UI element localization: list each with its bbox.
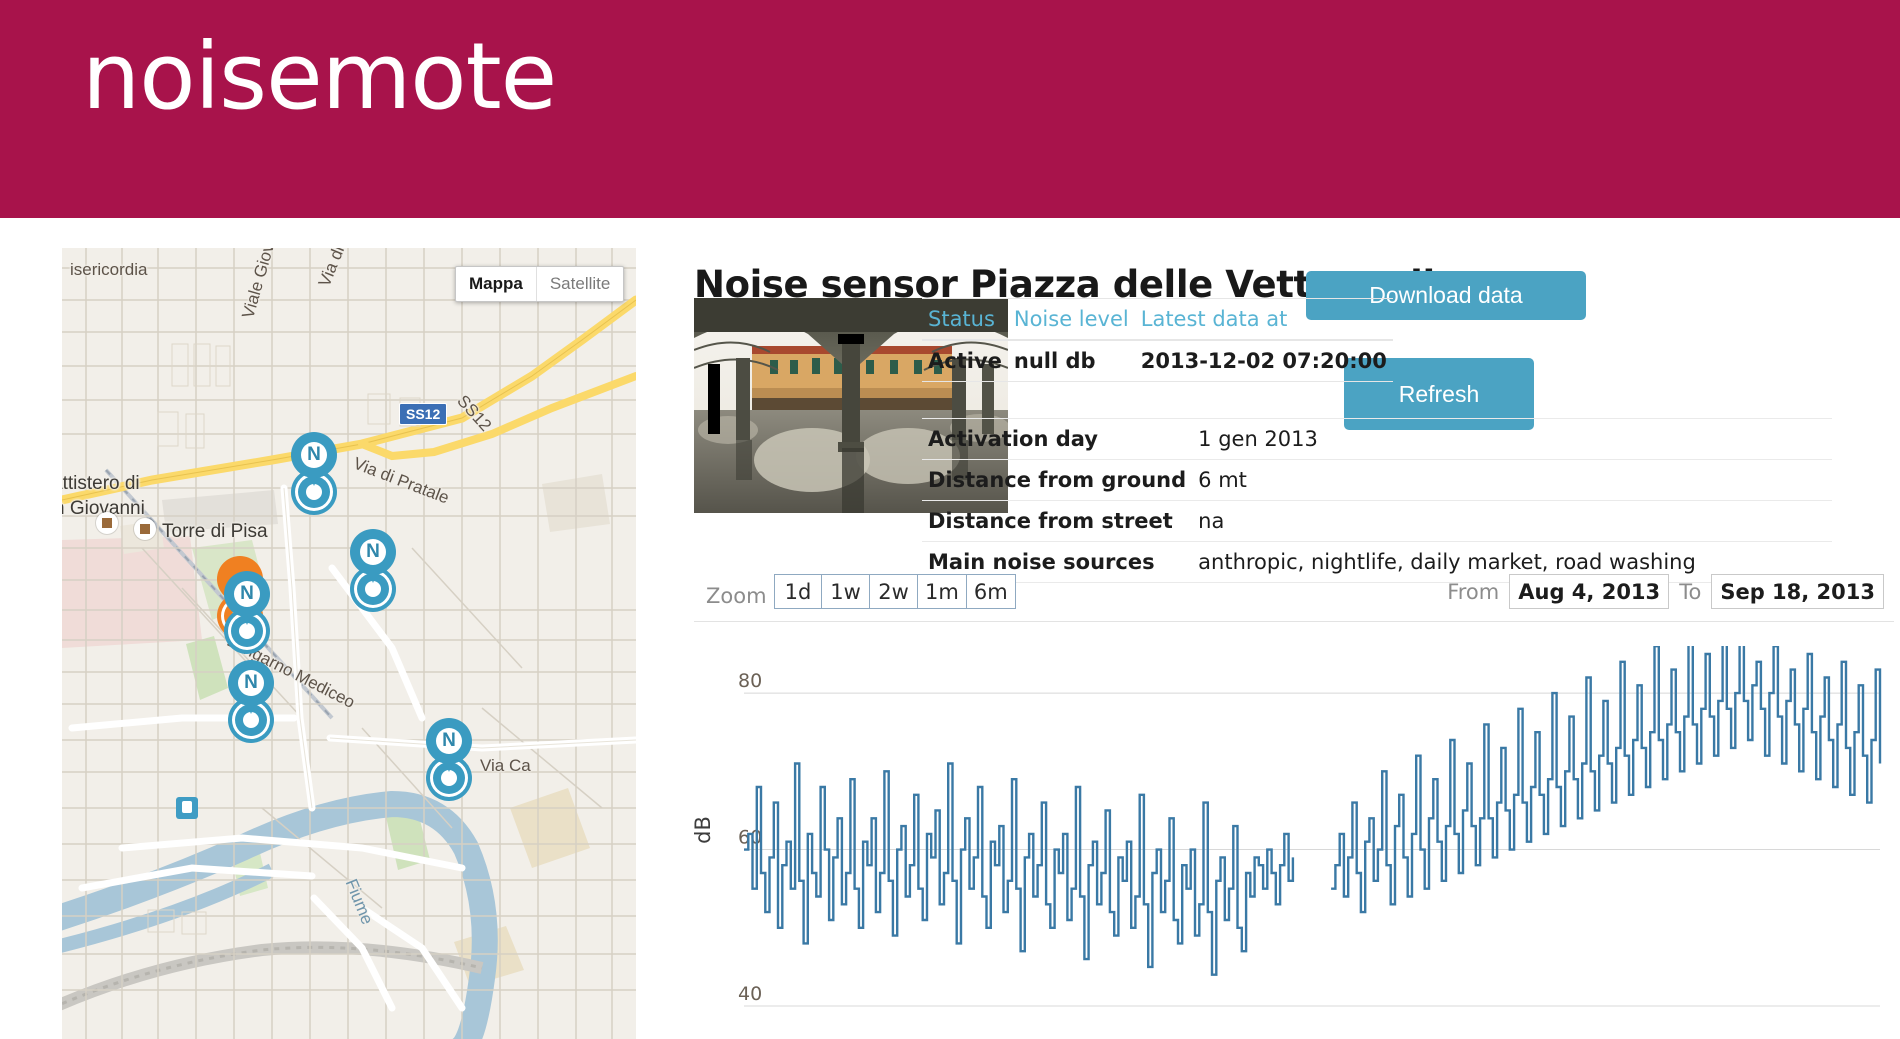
from-date-input[interactable]: Aug 4, 2013 [1509, 574, 1670, 609]
map-panel[interactable]: Mappa Satellite isericordiaViale Giovann… [62, 248, 636, 1039]
zoom-button-1m[interactable]: 1m [918, 574, 967, 609]
map-street-label: isericordia [70, 260, 148, 279]
map-canvas[interactable] [62, 248, 636, 1039]
map-street-label: attistero di [62, 473, 140, 494]
status-value: Active [922, 340, 1008, 382]
map-street-label: Via Ca [480, 756, 531, 775]
battistero-poi-icon[interactable] [96, 512, 118, 534]
detail-value: 6 mt [1192, 459, 1832, 501]
chart-ytick-label: 80 [738, 670, 762, 692]
noise-chart-svg[interactable]: 80 60 40 dB [694, 646, 1894, 1039]
map-tiles [62, 248, 636, 1039]
zoom-button-6m[interactable]: 6m [966, 574, 1016, 609]
map-type-mappa-button[interactable]: Mappa [456, 267, 536, 301]
header-banner: noisemote [0, 0, 1900, 218]
route-shield-ss12: SS12 [399, 403, 448, 425]
map-type-control[interactable]: Mappa Satellite [455, 266, 625, 302]
detail-key: Distance from ground [922, 459, 1193, 501]
noise-level-value: null db [1007, 340, 1135, 382]
noise-sensor-icon: N [436, 728, 462, 754]
detail-value: 1 gen 2013 [1192, 418, 1832, 460]
sensor-marker-4[interactable]: N [228, 660, 274, 736]
date-range-group: From Aug 4, 2013 To Sep 18, 2013 [1447, 574, 1884, 609]
chart-ytick-label: 40 [738, 983, 762, 1005]
map-street-label: Torre di Pisa [162, 521, 268, 542]
chart-yaxis-title: dB [694, 816, 715, 844]
chart-range-bar: Zoom 1d 1w 2w 1m 6m From Aug 4, 2013 To Sep … [694, 570, 1894, 622]
noise-sensor-icon: N [301, 442, 327, 468]
zoom-button-1d[interactable]: 1d [774, 574, 822, 609]
status-col-noise: Noise level [1007, 298, 1135, 341]
detail-table-row: Activation day 1 gen 2013 [922, 418, 1832, 460]
detail-value: na [1192, 500, 1832, 542]
train-station-icon[interactable] [176, 797, 198, 819]
sensor-marker-1[interactable]: N [291, 432, 337, 508]
sensor-marker-2[interactable]: N [350, 529, 396, 605]
torre-poi-icon[interactable] [134, 518, 156, 540]
noise-sensor-icon: N [360, 539, 386, 565]
to-label: To [1679, 579, 1702, 604]
status-col-status: Status [922, 298, 1008, 341]
zoom-button-1w[interactable]: 1w [822, 574, 870, 609]
noise-sensor-icon: N [238, 670, 264, 696]
detail-table-row: Distance from ground 6 mt [922, 459, 1832, 501]
from-label: From [1447, 579, 1500, 604]
status-col-latest: Latest data at [1134, 298, 1393, 341]
status-table-header-row: Status Noise level Latest data at [922, 298, 1393, 341]
zoom-button-2w[interactable]: 2w [870, 574, 918, 609]
sensor-marker-5[interactable]: N [426, 718, 472, 794]
chart-series-line [744, 646, 1882, 976]
status-table: Status Noise level Latest data at Active… [922, 298, 1393, 382]
status-table-row: Active null db 2013-12-02 07:20:00 [922, 340, 1393, 382]
chart-ytick-label: 60 [738, 827, 762, 849]
zoom-label: Zoom [706, 584, 767, 608]
content-panel: Noise sensor Piazza delle Vettovaglie Do… [694, 248, 1894, 1039]
map-type-satellite-button[interactable]: Satellite [535, 267, 623, 301]
latest-data-value: 2013-12-02 07:20:00 [1134, 340, 1393, 382]
to-date-input[interactable]: Sep 18, 2013 [1711, 574, 1884, 609]
zoom-button-group[interactable]: 1d 1w 2w 1m 6m [774, 574, 1016, 609]
detail-table-row: Distance from street na [922, 500, 1832, 542]
sensor-marker-3[interactable]: N [224, 571, 270, 647]
noise-chart[interactable]: 80 60 40 dB [694, 646, 1894, 1039]
noise-sensor-icon: N [234, 581, 260, 607]
detail-key: Activation day [922, 418, 1193, 460]
detail-key: Distance from street [922, 500, 1193, 542]
brand-logo-title: noisemote [82, 23, 557, 130]
detail-table: Activation day 1 gen 2013 Distance from gr… [922, 418, 1832, 583]
